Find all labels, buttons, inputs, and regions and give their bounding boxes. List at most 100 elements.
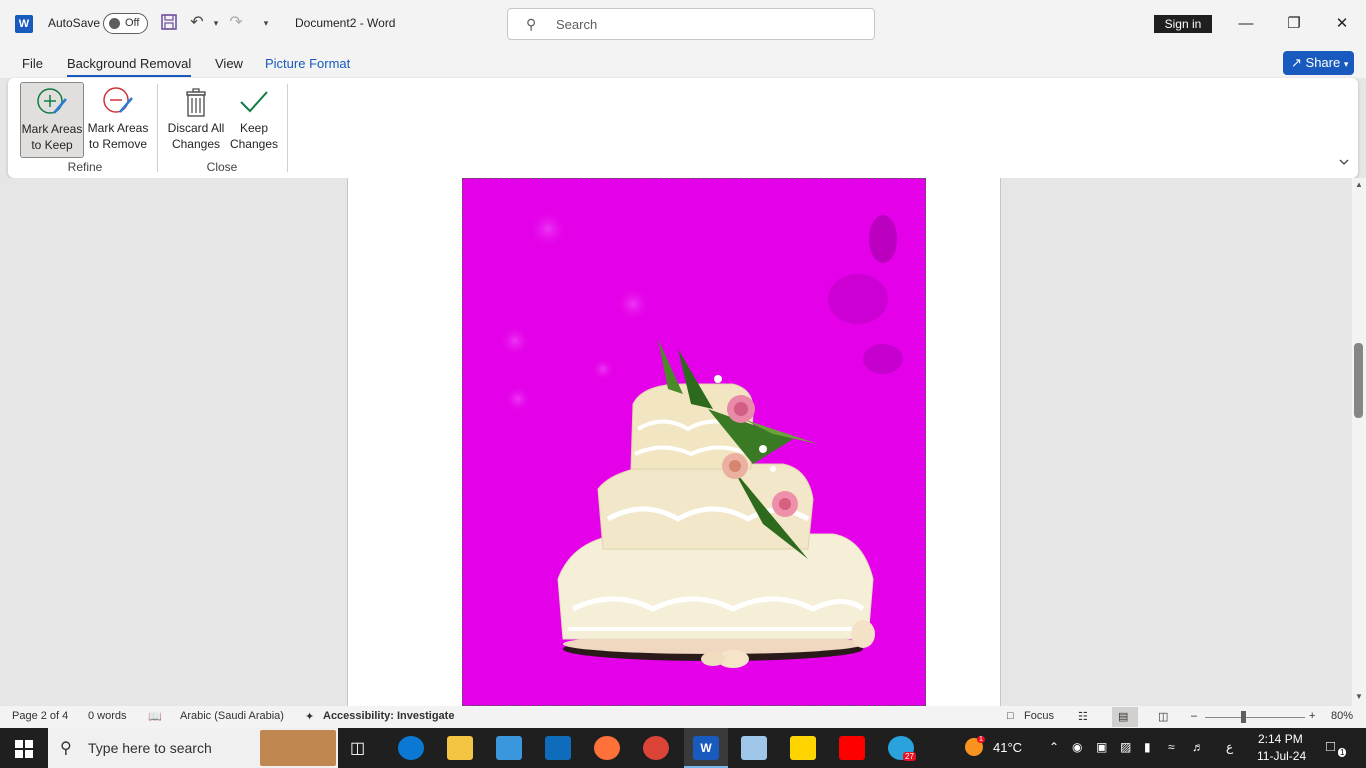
discard-label-2: Changes — [171, 137, 221, 151]
taskbar-search-placeholder: Type here to search — [88, 740, 212, 756]
search-input[interactable]: ⚲ Search — [507, 8, 875, 40]
restore-icon[interactable]: ❐ — [1282, 12, 1306, 36]
taskbar-search-input[interactable]: ⚲ Type here to search — [48, 728, 338, 768]
ribbon: Mark Areas to Keep Mark Areas to Remove … — [8, 78, 1358, 178]
scroll-up-icon[interactable]: ▲ — [1355, 180, 1363, 189]
trash-icon — [186, 88, 206, 117]
zoom-slider-handle[interactable] — [1241, 711, 1246, 723]
zoom-level[interactable]: 80% — [1331, 710, 1353, 722]
chevron-down-icon: ▾ — [1343, 59, 1349, 69]
minimize-icon[interactable]: — — [1234, 12, 1258, 36]
show-hidden-icons-icon[interactable]: ⌃ — [1049, 740, 1059, 754]
share-button[interactable]: ↗ Share ▾ — [1283, 51, 1354, 75]
undo-dropdown-icon[interactable]: ▾ — [206, 13, 226, 33]
mark-remove-label-1: Mark Areas — [87, 121, 149, 135]
word-taskbar-button[interactable]: W — [684, 728, 728, 768]
weather-badge: 1 — [977, 736, 985, 743]
status-bar: Page 2 of 4 0 words 📖 Arabic (Saudi Arab… — [0, 706, 1366, 728]
scrollbar-thumb[interactable] — [1354, 343, 1363, 418]
search-highlight-image — [260, 730, 336, 766]
battery-icon[interactable]: ▮ — [1144, 740, 1151, 754]
firefox-icon[interactable] — [594, 736, 620, 760]
zoom-in-icon[interactable]: + — [1309, 710, 1315, 722]
autosave-state: Off — [125, 17, 140, 29]
mark-remove-label-2: to Remove — [88, 137, 148, 151]
tab-background-removal[interactable]: Background Removal — [67, 56, 192, 77]
word-logo-icon: W — [15, 15, 33, 33]
group-separator — [287, 84, 288, 172]
print-layout-icon[interactable]: ▤ — [1118, 710, 1128, 723]
word-icon: W — [693, 736, 719, 760]
collapse-ribbon-icon[interactable] — [1338, 156, 1350, 171]
record-icon[interactable]: ◉ — [1072, 740, 1082, 754]
page-indicator[interactable]: Page 2 of 4 — [12, 710, 68, 722]
wifi-icon[interactable]: ≈ — [1168, 740, 1175, 754]
app-icon[interactable] — [741, 736, 767, 760]
volume-icon[interactable]: ♬ — [1192, 740, 1204, 754]
undo-icon[interactable]: ↶ — [187, 13, 207, 33]
customize-toolbar-icon[interactable]: ▾ — [256, 13, 276, 33]
discard-label-1: Discard All — [167, 121, 225, 135]
chrome-icon[interactable] — [643, 736, 669, 760]
word-count[interactable]: 0 words — [88, 710, 127, 722]
windows-taskbar: ⚲ Type here to search ◫ W 27 1 41°C ⌃ ◉ … — [0, 728, 1366, 768]
group-close-label: Close — [206, 160, 238, 174]
weather-temperature[interactable]: 41°C — [993, 740, 1022, 755]
search-icon: ⚲ — [60, 740, 72, 757]
group-refine-label: Refine — [67, 160, 103, 174]
autosave-toggle[interactable]: Off — [103, 13, 148, 34]
mark-keep-icon — [37, 88, 67, 114]
accessibility-status[interactable]: Accessibility: Investigate — [323, 710, 454, 722]
read-mode-icon[interactable]: ☷ — [1078, 710, 1088, 723]
title-bar: W AutoSave Off ↶ ▾ ↷ ▾ Document2 - Word … — [0, 0, 1366, 48]
tab-file[interactable]: File — [22, 56, 43, 71]
web-layout-icon[interactable]: ◫ — [1158, 710, 1168, 723]
group-separator — [157, 84, 158, 172]
mark-keep-label-1: Mark Areas — [21, 122, 83, 136]
task-view-icon[interactable]: ◫ — [350, 738, 365, 758]
mark-remove-icon — [103, 87, 133, 113]
cast-icon[interactable]: ▨ — [1120, 740, 1131, 754]
proofing-icon[interactable]: 📖 — [148, 710, 162, 723]
checkmark-icon — [240, 91, 268, 113]
focus-icon: □ — [1007, 710, 1014, 722]
tab-view[interactable]: View — [215, 56, 243, 71]
zoom-slider[interactable] — [1205, 717, 1305, 718]
save-icon[interactable] — [159, 13, 179, 33]
edge-icon[interactable] — [398, 736, 424, 760]
notification-badge: 1 — [1338, 748, 1347, 757]
scroll-down-icon[interactable]: ▼ — [1355, 692, 1363, 701]
selected-picture[interactable] — [462, 178, 926, 706]
sign-in-button[interactable]: Sign in — [1154, 15, 1212, 33]
language-indicator[interactable]: ع — [1226, 740, 1233, 754]
windows-start-icon[interactable] — [15, 740, 33, 761]
focus-button[interactable]: Focus — [1024, 710, 1054, 722]
mail-icon[interactable] — [545, 736, 571, 760]
language-indicator[interactable]: Arabic (Saudi Arabia) — [180, 710, 284, 722]
cake-image — [463, 179, 925, 705]
youtube-icon[interactable] — [839, 736, 865, 760]
share-label: Share — [1305, 55, 1341, 70]
document-page[interactable] — [347, 178, 1001, 706]
file-explorer-icon[interactable] — [447, 736, 473, 760]
mark-areas-to-remove-button[interactable]: Mark Areas to Remove — [86, 82, 150, 158]
search-placeholder: Search — [556, 17, 598, 32]
redo-icon[interactable]: ↷ — [226, 13, 246, 33]
sticky-notes-icon[interactable] — [790, 736, 816, 760]
tab-picture-format[interactable]: Picture Format — [265, 56, 350, 71]
mark-areas-to-keep-button[interactable]: Mark Areas to Keep — [20, 82, 84, 158]
share-icon: ↗ — [1291, 55, 1302, 70]
clock-time[interactable]: 2:14 PM — [1258, 732, 1303, 746]
vertical-scrollbar[interactable]: ▲ ▼ — [1352, 178, 1366, 706]
zoom-out-icon[interactable]: – — [1191, 710, 1197, 722]
camera-icon[interactable]: ▣ — [1096, 740, 1107, 754]
keep-label-2: Changes — [229, 137, 279, 151]
clock-date[interactable]: 11-Jul-24 — [1257, 749, 1306, 763]
notifications-icon[interactable]: □ — [1326, 738, 1335, 755]
close-icon[interactable]: ✕ — [1330, 12, 1354, 36]
store-icon[interactable] — [496, 736, 522, 760]
autosave-label: AutoSave — [48, 16, 101, 30]
keep-changes-button[interactable]: Keep Changes — [228, 82, 280, 158]
discard-all-changes-button[interactable]: Discard All Changes — [164, 82, 228, 158]
search-icon: ⚲ — [526, 16, 537, 32]
